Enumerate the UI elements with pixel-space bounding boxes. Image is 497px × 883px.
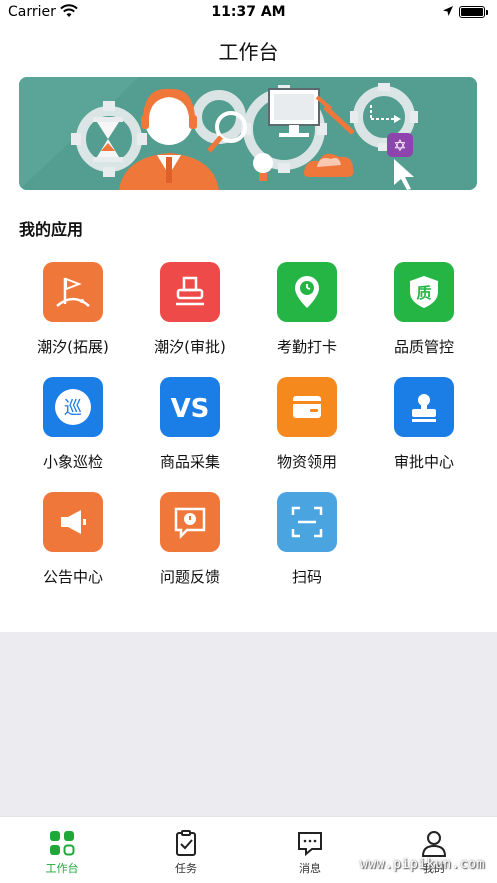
- app-label: 考勤打卡: [276, 338, 337, 356]
- content-background: [0, 632, 497, 816]
- app-label: 物资领用: [276, 453, 337, 471]
- app-label: 公告中心: [42, 568, 103, 586]
- banner-illustration: ✡: [19, 77, 477, 190]
- feedback-icon: [160, 492, 220, 552]
- clock: 11:37 AM: [211, 4, 286, 20]
- status-bar: Carrier 11:37 AM: [0, 0, 497, 26]
- app-label: 审批中心: [393, 453, 454, 471]
- scan-icon: [277, 492, 337, 552]
- app-label: 扫码: [291, 568, 322, 586]
- app-tidal-approval[interactable]: 潮汐(审批): [132, 258, 248, 368]
- megaphone-icon: [43, 492, 103, 552]
- message-icon: [298, 832, 322, 857]
- svg-text:✡: ✡: [393, 136, 406, 155]
- vs-icon: VS: [160, 377, 220, 437]
- banner-image[interactable]: ✡: [19, 77, 477, 190]
- task-clipboard-icon: [176, 830, 196, 856]
- tab-profile[interactable]: 我的: [372, 817, 496, 883]
- patrol-icon: 巡: [43, 377, 103, 437]
- app-feedback[interactable]: 问题反馈: [132, 488, 248, 598]
- location-arrow-icon: [443, 6, 453, 16]
- location-clock-icon: [277, 262, 337, 322]
- tab-tasks[interactable]: 任务: [124, 817, 248, 883]
- tab-label: 工作台: [45, 862, 79, 875]
- tab-workbench[interactable]: 工作台: [0, 817, 124, 883]
- app-attendance[interactable]: 考勤打卡: [249, 258, 365, 368]
- app-announcements[interactable]: 公告中心: [15, 488, 131, 598]
- app-label: 品质管控: [393, 338, 454, 356]
- app-quality-control[interactable]: 质 品质管控: [366, 258, 482, 368]
- app-label: 潮汐(审批): [154, 338, 226, 356]
- app-tidal-expand[interactable]: 潮汐(拓展): [15, 258, 131, 368]
- app-product-collect[interactable]: VS 商品采集: [132, 373, 248, 483]
- app-label: 小象巡检: [42, 453, 103, 471]
- wallet-icon: [277, 377, 337, 437]
- app-elephant-patrol[interactable]: 巡 小象巡检: [15, 373, 131, 483]
- workbench-icon: [50, 831, 75, 856]
- app-approval-center[interactable]: 审批中心: [366, 373, 482, 483]
- tab-label: 消息: [299, 862, 321, 875]
- svg-text:质: 质: [416, 284, 431, 302]
- page-title: 工作台: [218, 40, 279, 64]
- app-label: 问题反馈: [159, 568, 220, 586]
- flag-icon: [43, 262, 103, 322]
- tab-messages[interactable]: 消息: [248, 817, 372, 883]
- battery-icon: [459, 6, 485, 18]
- app-materials[interactable]: 物资领用: [249, 373, 365, 483]
- svg-text:巡: 巡: [64, 398, 82, 419]
- stamp-icon: [160, 262, 220, 322]
- tab-bar: 工作台 任务 消息 我的: [0, 816, 497, 883]
- battery-tip: [486, 10, 488, 15]
- svg-text:VS: VS: [171, 394, 210, 424]
- profile-icon: [421, 831, 447, 857]
- app-label: 商品采集: [159, 453, 220, 471]
- approval-stamp-icon: [394, 377, 454, 437]
- quality-shield-icon: 质: [394, 262, 454, 322]
- app-scan[interactable]: 扫码: [249, 488, 365, 598]
- tab-label: 任务: [175, 862, 197, 875]
- app-label: 潮汐(拓展): [37, 338, 109, 356]
- watermark-text: www.pipikun.com: [360, 857, 485, 872]
- section-title-my-apps: 我的应用: [19, 220, 84, 239]
